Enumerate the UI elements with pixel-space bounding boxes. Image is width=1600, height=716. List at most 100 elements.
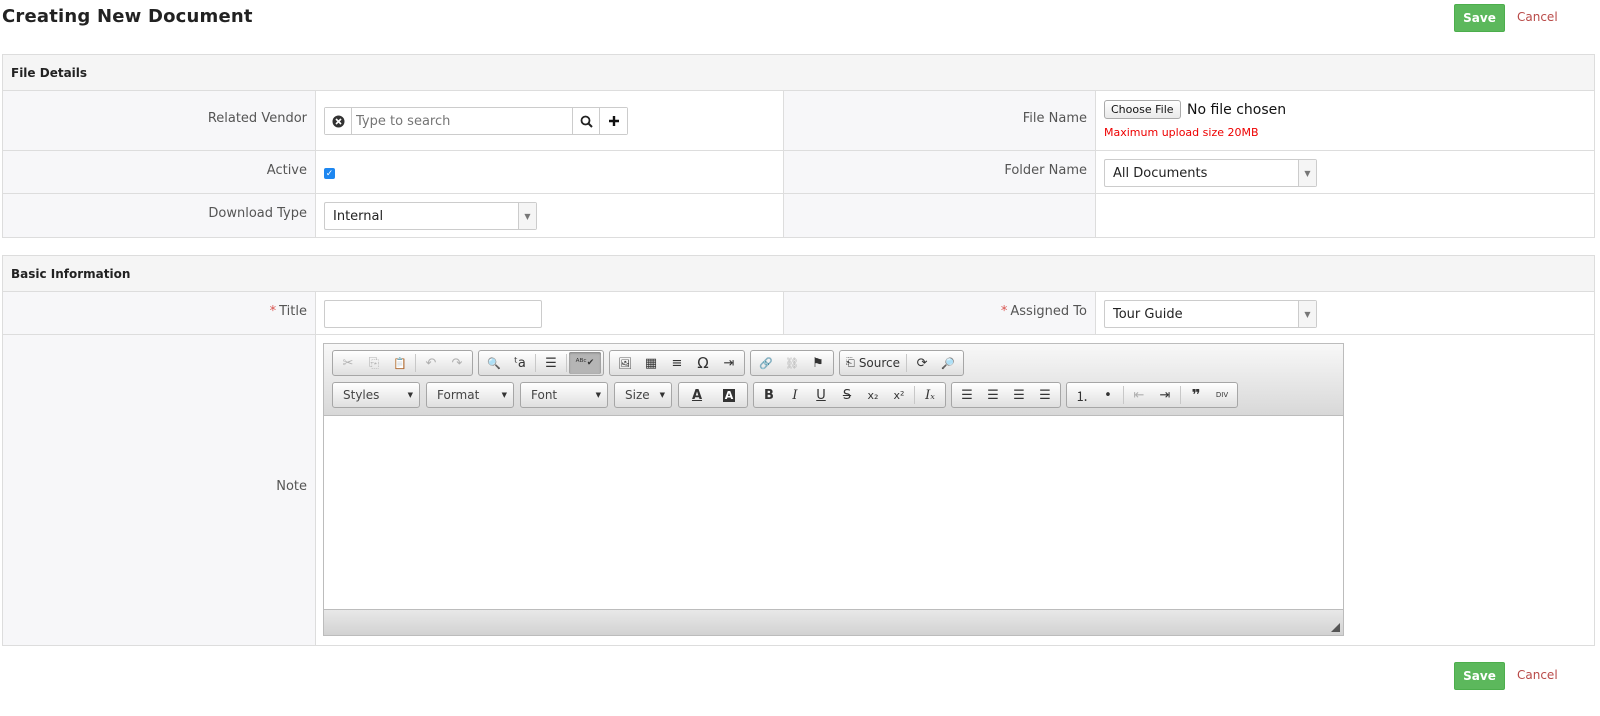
- toolbar-row-1: ✂ ⎘ 📋 ↶ ↷ 🔍 ᵗa ☰ ᴬᴮᶜ✔ 🖼 ▦ ≡ Ω ⇥ 🔗 ⛓ ⚑ ⎗ …: [332, 349, 1335, 377]
- chevron-down-icon: ▼: [1298, 160, 1316, 186]
- file-status-text: No file chosen: [1186, 101, 1287, 118]
- folder-name-cell: All Documents ▼: [1096, 151, 1594, 193]
- required-mark: *: [269, 304, 277, 319]
- download-type-value: Internal: [333, 208, 384, 224]
- replace-icon[interactable]: ᵗa: [507, 352, 533, 374]
- download-type-select[interactable]: Internal ▼: [324, 202, 537, 230]
- insert-group: 🖼 ▦ ≡ Ω ⇥: [609, 350, 745, 376]
- toolbar-separator: [535, 354, 536, 372]
- toolbar-separator: [1123, 386, 1124, 404]
- spellcheck-icon[interactable]: ᴬᴮᶜ✔: [569, 352, 601, 374]
- numbered-list-icon[interactable]: ⒈: [1069, 384, 1095, 406]
- download-type-label: Download Type: [3, 194, 316, 237]
- folder-name-select[interactable]: All Documents ▼: [1104, 159, 1317, 187]
- justify-icon[interactable]: ☰: [1032, 384, 1058, 406]
- format-combo[interactable]: Format ▼: [426, 382, 514, 408]
- strikethrough-icon[interactable]: S: [834, 384, 860, 406]
- toolbar-separator: [906, 354, 908, 372]
- cut-icon[interactable]: ✂: [335, 352, 361, 374]
- font-combo-label: Font: [531, 388, 558, 402]
- active-cell: ✓: [316, 151, 784, 193]
- blockquote-icon[interactable]: ❞: [1183, 384, 1209, 406]
- superscript-icon[interactable]: x²: [886, 384, 912, 406]
- assigned-to-label: * Assigned To: [784, 292, 1096, 334]
- styles-combo-label: Styles: [343, 388, 380, 402]
- subscript-icon[interactable]: x₂: [860, 384, 886, 406]
- undo-icon[interactable]: ↶: [418, 352, 444, 374]
- special-character-icon[interactable]: Ω: [690, 352, 716, 374]
- bg-color-glyph: A: [722, 388, 736, 402]
- remove-format-icon[interactable]: Iₓ: [917, 384, 943, 406]
- close-circle-icon: [332, 115, 344, 127]
- background-color-icon[interactable]: A: [713, 384, 745, 406]
- folder-name-value: All Documents: [1113, 165, 1208, 181]
- source-icon: ⎗: [846, 356, 855, 369]
- assigned-to-label-text: Assigned To: [1010, 304, 1087, 319]
- preview-icon[interactable]: 🔎: [935, 352, 961, 374]
- cancel-link-top[interactable]: Cancel: [1517, 10, 1558, 24]
- align-center-icon[interactable]: ☰: [980, 384, 1006, 406]
- add-vendor-button[interactable]: [600, 108, 627, 134]
- source-button[interactable]: ⎗ Source: [842, 356, 904, 370]
- bold-icon[interactable]: B: [756, 384, 782, 406]
- folder-name-label: Folder Name: [784, 151, 1096, 193]
- redo-icon[interactable]: ↷: [444, 352, 470, 374]
- horizontal-rule-icon[interactable]: ≡: [664, 352, 690, 374]
- image-icon[interactable]: 🖼: [612, 352, 638, 374]
- find-icon[interactable]: 🔍: [481, 352, 507, 374]
- paste-icon[interactable]: 📋: [387, 352, 413, 374]
- underline-icon[interactable]: U: [808, 384, 834, 406]
- table-icon[interactable]: ▦: [638, 352, 664, 374]
- editor-status-bar: [324, 609, 1343, 635]
- form-row: Download Type Internal ▼: [3, 194, 1594, 237]
- file-details-section: File Details Related Vendor File Name Ch…: [2, 54, 1595, 238]
- indent-icon[interactable]: ⇥: [1152, 384, 1178, 406]
- related-vendor-cell: [316, 91, 784, 150]
- vendor-search-button[interactable]: [573, 108, 600, 134]
- link-icon[interactable]: 🔗: [753, 352, 779, 374]
- upload-size-note: Maximum upload size 20MB: [1104, 126, 1259, 139]
- resize-handle-icon[interactable]: [1331, 623, 1340, 632]
- clear-vendor-button[interactable]: [325, 108, 352, 134]
- styles-combo[interactable]: Styles ▼: [332, 382, 420, 408]
- select-all-icon[interactable]: ☰: [538, 352, 564, 374]
- caret-down-icon: ▼: [659, 391, 665, 399]
- empty-field-cell: [1096, 194, 1594, 237]
- font-combo[interactable]: Font ▼: [520, 382, 608, 408]
- assigned-to-select[interactable]: Tour Guide ▼: [1104, 300, 1317, 328]
- related-vendor-search-input[interactable]: [352, 108, 573, 134]
- assigned-to-cell: Tour Guide ▼: [1096, 292, 1594, 334]
- save-button-bottom[interactable]: Save: [1454, 662, 1505, 690]
- color-group: A A: [678, 382, 748, 408]
- editor-toolbar: ✂ ⎘ 📋 ↶ ↷ 🔍 ᵗa ☰ ᴬᴮᶜ✔ 🖼 ▦ ≡ Ω ⇥ 🔗 ⛓ ⚑ ⎗ …: [324, 344, 1343, 416]
- note-editor-content-area[interactable]: [324, 416, 1343, 609]
- text-color-icon[interactable]: A: [681, 384, 713, 406]
- page-title: Creating New Document: [2, 6, 253, 27]
- save-button-top[interactable]: Save: [1454, 4, 1505, 32]
- form-row: * Title * Assigned To Tour Guide ▼: [3, 292, 1594, 335]
- file-name-cell: Choose File No file chosen Maximum uploa…: [1096, 91, 1594, 150]
- page-break-icon[interactable]: ⇥: [716, 352, 742, 374]
- empty-label-cell: [784, 194, 1096, 237]
- templates-icon[interactable]: ⟳: [909, 352, 935, 374]
- bulleted-list-icon[interactable]: •: [1095, 384, 1121, 406]
- italic-icon[interactable]: I: [782, 384, 808, 406]
- align-right-icon[interactable]: ☰: [1006, 384, 1032, 406]
- clipboard-group: ✂ ⎘ 📋 ↶ ↷: [332, 350, 473, 376]
- align-group: ☰ ☰ ☰ ☰: [951, 382, 1061, 408]
- anchor-icon[interactable]: ⚑: [805, 352, 831, 374]
- copy-icon[interactable]: ⎘: [361, 352, 387, 374]
- align-left-icon[interactable]: ☰: [954, 384, 980, 406]
- outdent-icon[interactable]: ⇤: [1126, 384, 1152, 406]
- choose-file-button[interactable]: Choose File: [1104, 100, 1181, 119]
- div-container-icon[interactable]: DIV: [1209, 384, 1235, 406]
- active-checkbox[interactable]: ✓: [324, 168, 335, 179]
- title-input[interactable]: [324, 300, 542, 328]
- form-row: Active ✓ Folder Name All Documents ▼: [3, 151, 1594, 194]
- active-label: Active: [3, 151, 316, 193]
- basic-styles-group: B I U S x₂ x² Iₓ: [753, 382, 946, 408]
- cancel-link-bottom[interactable]: Cancel: [1517, 668, 1558, 682]
- size-combo[interactable]: Size ▼: [614, 382, 672, 408]
- unlink-icon[interactable]: ⛓: [779, 352, 805, 374]
- size-combo-label: Size: [625, 388, 650, 402]
